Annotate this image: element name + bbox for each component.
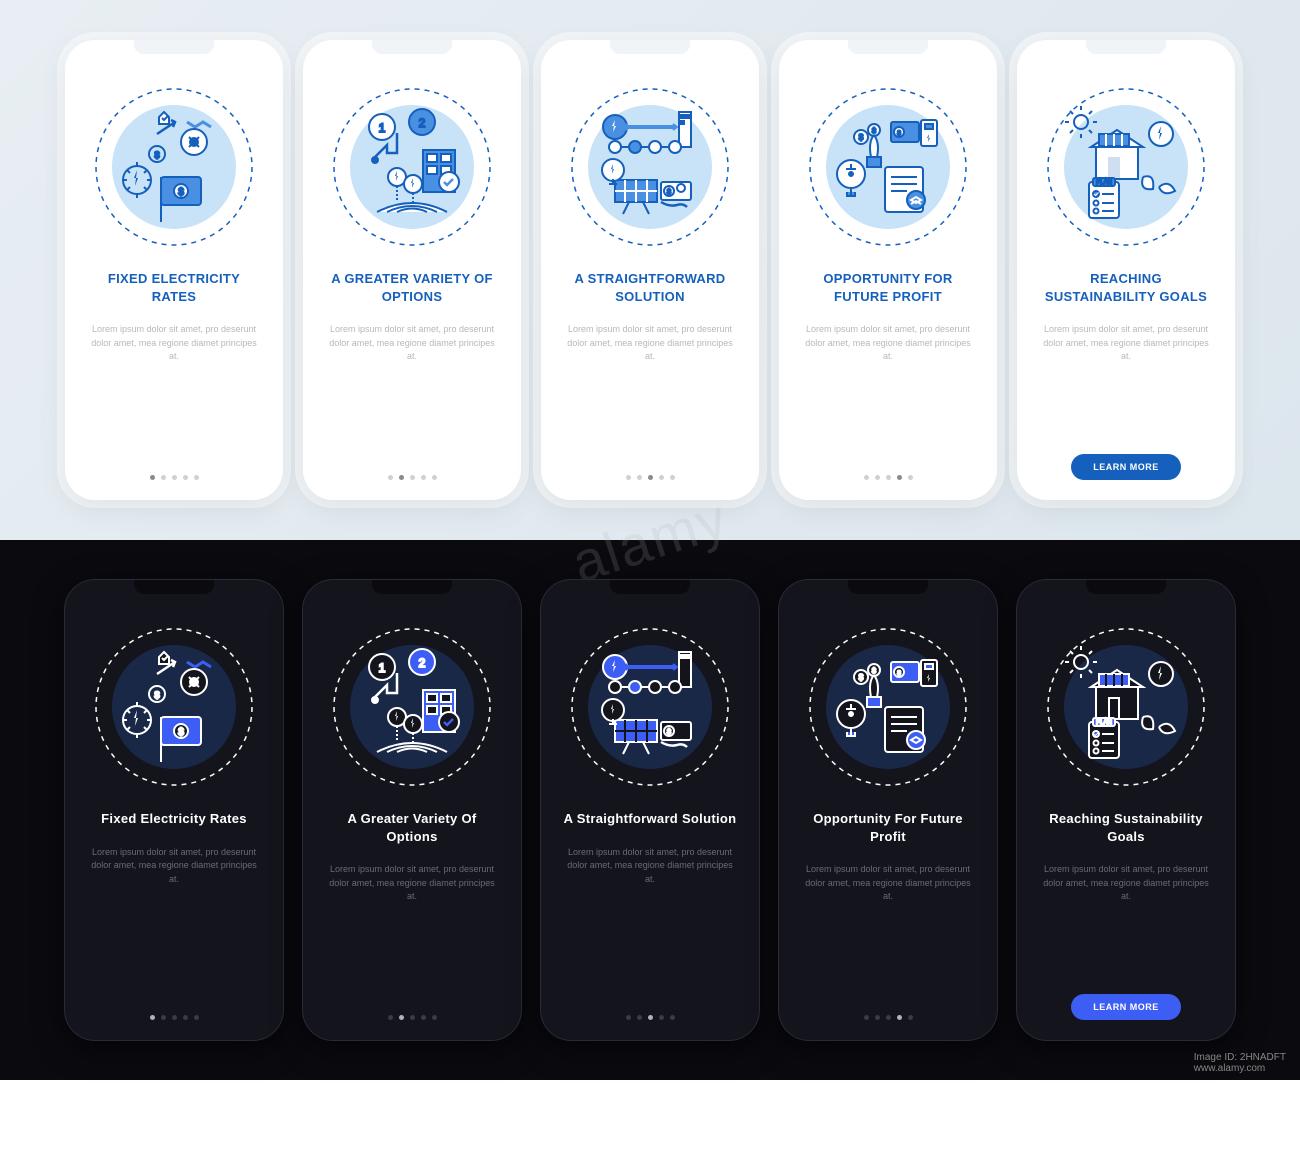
phone-notch	[1086, 580, 1166, 594]
phone-notch	[848, 580, 928, 594]
phone-card: PLAN REACHING SUSTAINABILITY GOALS Lorem…	[1017, 40, 1235, 500]
learn-more-button[interactable]: LEARN MORE	[1071, 454, 1181, 480]
phone-notch	[372, 580, 452, 594]
solution-icon: $	[565, 622, 735, 792]
slide-body: Lorem ipsum dolor sit amet, pro deserunt…	[83, 846, 265, 887]
slide-title: Reaching Sustainability Goals	[1035, 810, 1217, 845]
slide-body: Lorem ipsum dolor sit amet, pro deserunt…	[321, 323, 503, 364]
learn-more-button[interactable]: LEARN MORE	[1071, 994, 1181, 1020]
pagination-dots[interactable]	[388, 1015, 437, 1020]
pagination-dots[interactable]	[626, 475, 675, 480]
svg-text:PLAN: PLAN	[1096, 180, 1112, 186]
slide-body: Lorem ipsum dolor sit amet, pro deserunt…	[321, 863, 503, 904]
slide-title: FIXED ELECTRICITY RATES	[83, 270, 265, 305]
phone-card: $$ FIXED ELECTRICITY RATES Lorem ipsum d…	[65, 40, 283, 500]
svg-text:$: $	[859, 673, 864, 682]
phone-notch	[848, 40, 928, 54]
slide-title: Opportunity For Future Profit	[797, 810, 979, 845]
slide-title: A Greater Variety Of Options	[321, 810, 503, 845]
svg-text:$: $	[667, 189, 671, 196]
phone-card: $ A STRAIGHTFORWARD SOLUTION Lorem ipsum…	[541, 40, 759, 500]
sustainability-icon: PLAN	[1041, 82, 1211, 252]
phone-card: 12 A GREATER VARIETY OF OPTIONS Lorem ip…	[303, 40, 521, 500]
slide-title: A Straightforward Solution	[560, 810, 741, 828]
variety-options-icon: 12	[327, 82, 497, 252]
svg-text:$: $	[667, 729, 671, 736]
slide-body: Lorem ipsum dolor sit amet, pro deserunt…	[1035, 863, 1217, 904]
fixed-rates-icon: $$	[89, 622, 259, 792]
slide-title: Fixed Electricity Rates	[97, 810, 251, 828]
light-row: $$ FIXED ELECTRICITY RATES Lorem ipsum d…	[0, 0, 1300, 540]
pagination-dots[interactable]	[150, 1015, 199, 1020]
svg-text:$: $	[872, 668, 876, 675]
slide-body: Lorem ipsum dolor sit amet, pro deserunt…	[559, 846, 741, 887]
slide-title: REACHING SUSTAINABILITY GOALS	[1035, 270, 1217, 305]
profit-icon: $$$	[803, 622, 973, 792]
svg-text:$: $	[154, 150, 159, 160]
watermark-footer: Image ID: 2HNADFTwww.alamy.com	[1194, 1052, 1286, 1074]
slide-body: Lorem ipsum dolor sit amet, pro deserunt…	[559, 323, 741, 364]
slide-body: Lorem ipsum dolor sit amet, pro deserunt…	[83, 323, 265, 364]
phone-card: $$$ OPPORTUNITY FOR FUTURE PROFIT Lorem …	[779, 40, 997, 500]
fixed-rates-icon: $$	[89, 82, 259, 252]
svg-text:$: $	[178, 187, 184, 198]
phone-card: $$ Fixed Electricity Rates Lorem ipsum d…	[65, 580, 283, 1040]
svg-text:2: 2	[419, 656, 426, 670]
svg-text:$: $	[178, 727, 184, 738]
svg-text:1: 1	[379, 121, 386, 135]
pagination-dots[interactable]	[388, 475, 437, 480]
sustainability-icon: PLAN	[1041, 622, 1211, 792]
variety-options-icon: 12	[327, 622, 497, 792]
svg-text:$: $	[872, 128, 876, 135]
svg-text:$: $	[154, 690, 159, 700]
phone-card: 12 A Greater Variety Of Options Lorem ip…	[303, 580, 521, 1040]
svg-text:PLAN: PLAN	[1096, 720, 1112, 726]
profit-icon: $$$	[803, 82, 973, 252]
phone-notch	[1086, 40, 1166, 54]
pagination-dots[interactable]	[864, 1015, 913, 1020]
slide-body: Lorem ipsum dolor sit amet, pro deserunt…	[1035, 323, 1217, 364]
slide-title: A STRAIGHTFORWARD SOLUTION	[559, 270, 741, 305]
phone-notch	[610, 580, 690, 594]
svg-text:2: 2	[419, 116, 426, 130]
svg-text:$: $	[859, 133, 864, 142]
slide-title: A GREATER VARIETY OF OPTIONS	[321, 270, 503, 305]
phone-notch	[372, 40, 452, 54]
slide-body: Lorem ipsum dolor sit amet, pro deserunt…	[797, 323, 979, 364]
pagination-dots[interactable]	[626, 1015, 675, 1020]
slide-title: OPPORTUNITY FOR FUTURE PROFIT	[797, 270, 979, 305]
phone-notch	[134, 580, 214, 594]
dark-row: $$ Fixed Electricity Rates Lorem ipsum d…	[0, 540, 1300, 1080]
pagination-dots[interactable]	[150, 475, 199, 480]
phone-card: PLAN Reaching Sustainability Goals Lorem…	[1017, 580, 1235, 1040]
phone-card: $$$ Opportunity For Future Profit Lorem …	[779, 580, 997, 1040]
pagination-dots[interactable]	[864, 475, 913, 480]
phone-card: $ A Straightforward Solution Lorem ipsum…	[541, 580, 759, 1040]
phone-notch	[610, 40, 690, 54]
svg-text:1: 1	[379, 661, 386, 675]
phone-notch	[134, 40, 214, 54]
solution-icon: $	[565, 82, 735, 252]
slide-body: Lorem ipsum dolor sit amet, pro deserunt…	[797, 863, 979, 904]
